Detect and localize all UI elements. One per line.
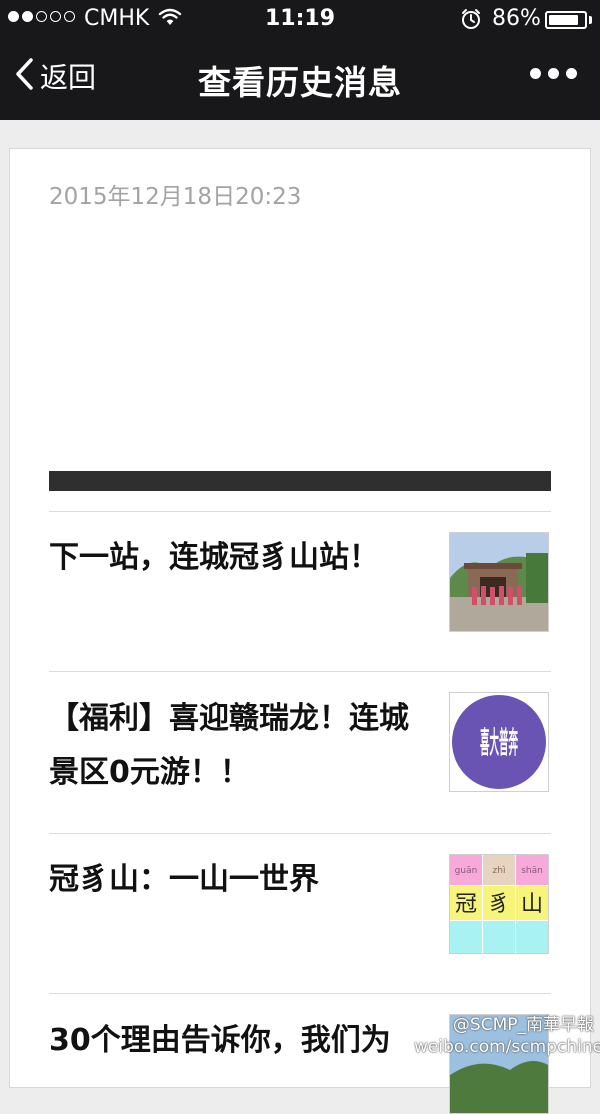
grid-char: 山 <box>521 892 543 917</box>
status-bar: CMHK 11:19 86% <box>0 0 600 40</box>
history-message-card: 2015年12月18日20:23 下一站，连城冠豸山站！ 【福利】喜迎赣瑞龙！连… <box>9 148 591 1114</box>
badge-text: 喜大普奔 <box>480 726 518 761</box>
grid-char: 冠 <box>455 892 477 917</box>
article-item[interactable]: 下一站，连城冠豸山站！ <box>49 511 551 672</box>
grid-char: 豸 <box>488 892 510 917</box>
alarm-icon <box>460 8 482 36</box>
cover-divider-bar[interactable] <box>49 471 551 491</box>
article-title: 【福利】喜迎赣瑞龙！连城景区0元游！！ <box>49 701 409 790</box>
message-date: 2015年12月18日20:23 <box>49 184 302 210</box>
watermark-handle: @SCMP_南華早報 <box>452 1015 594 1035</box>
article-title: 下一站，连城冠豸山站！ <box>49 540 379 575</box>
article-title: 30个理由告诉你，我们为 <box>49 1023 391 1058</box>
battery-percent: 86% <box>492 6 541 31</box>
article-item[interactable]: 冠豸山：一山一世界 guān zhì shān 冠 豸 山 <box>49 833 551 994</box>
article-item[interactable]: 【福利】喜迎赣瑞龙！连城景区0元游！！ 喜大普奔 <box>49 671 551 834</box>
top-bar: CMHK 11:19 86% 返回 查看历史消息 <box>0 0 600 120</box>
pinyin-label: zhì <box>493 866 506 876</box>
page-title: 查看历史消息 <box>198 63 402 102</box>
watermark-url: weibo.com/scmpchinese <box>414 1037 600 1057</box>
weibo-watermark: @SCMP_南華早報 weibo.com/scmpchinese <box>414 1014 600 1058</box>
battery-tip <box>589 16 592 24</box>
article-thumbnail-grid[interactable]: guān zhì shān 冠 豸 山 <box>449 854 549 954</box>
pinyin-label: guān <box>455 866 478 876</box>
article-thumbnail-photo[interactable] <box>449 532 549 632</box>
more-options-icon[interactable] <box>530 68 577 79</box>
battery-icon <box>545 11 587 29</box>
pinyin-label: shān <box>521 866 543 876</box>
article-thumbnail-badge[interactable]: 喜大普奔 <box>449 692 549 792</box>
article-title: 冠豸山：一山一世界 <box>49 862 319 897</box>
